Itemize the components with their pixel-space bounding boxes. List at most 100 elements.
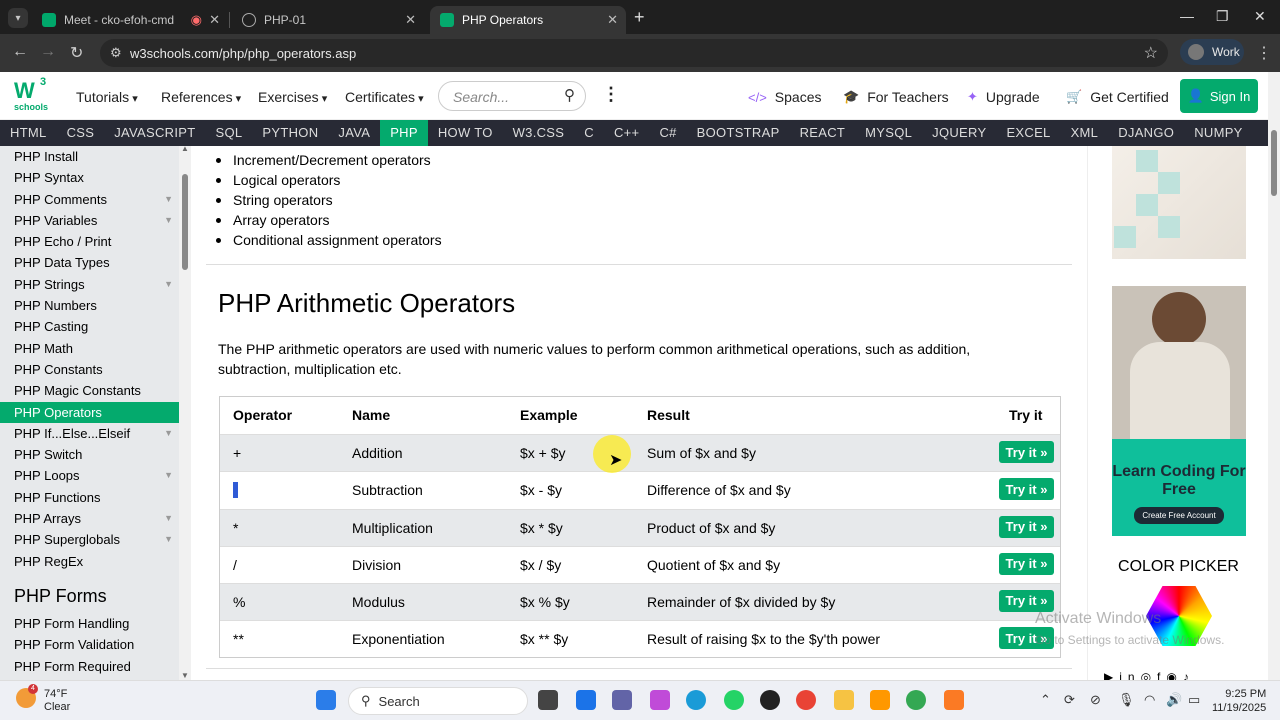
chevron-down-icon[interactable]: ▼: [164, 508, 173, 529]
topnav-sql[interactable]: SQL: [206, 120, 253, 146]
chevron-down-icon[interactable]: ▼: [164, 529, 173, 550]
topnav-django[interactable]: DJANGO: [1108, 120, 1184, 146]
profile-button[interactable]: Work: [1180, 39, 1244, 65]
try-it-button[interactable]: Try it »: [999, 441, 1054, 464]
forward-arrow-icon[interactable]: →: [40, 43, 56, 61]
more-options-icon[interactable]: ⋮: [602, 84, 620, 105]
topnav-html[interactable]: HTML: [0, 120, 57, 146]
tab-list-button[interactable]: ▾: [8, 8, 28, 28]
sidebar-item-active[interactable]: PHP Operators: [0, 401, 179, 423]
scroll-down-icon[interactable]: ▼: [181, 671, 189, 680]
sidebar-item[interactable]: PHP Numbers: [0, 295, 179, 316]
w3schools-logo[interactable]: W 3 schools: [14, 76, 50, 114]
sidebar-item[interactable]: PHP Magic Constants: [0, 380, 179, 401]
topnav-cpp[interactable]: C++: [604, 120, 649, 146]
sidebar-item[interactable]: PHP If...Else...Elseif ▼: [0, 423, 179, 444]
ad-image-laptop[interactable]: [1112, 146, 1246, 259]
topnav-mysql[interactable]: MYSQL: [855, 120, 922, 146]
topnav-w3css[interactable]: W3.CSS: [503, 120, 575, 146]
search-icon[interactable]: ⚲: [564, 86, 575, 104]
sidebar-item[interactable]: PHP Functions: [0, 487, 179, 508]
restore-icon[interactable]: ❐: [1216, 8, 1229, 25]
chevron-down-icon[interactable]: ▼: [164, 189, 173, 210]
taskbar-clock[interactable]: 9:25 PM 11/19/2025: [1212, 687, 1266, 715]
teams-icon[interactable]: [612, 690, 632, 710]
sidebar-scrollbar[interactable]: ▲ ▼: [179, 144, 191, 680]
chevron-down-icon[interactable]: ▼: [164, 465, 173, 486]
task-view-icon[interactable]: [538, 690, 558, 710]
try-it-button[interactable]: Try it »: [999, 478, 1054, 501]
chrome-active-icon[interactable]: [906, 690, 926, 710]
page-scrollbar[interactable]: [1268, 72, 1280, 680]
sidebar-item[interactable]: PHP Loops ▼: [0, 465, 179, 486]
topnav-react[interactable]: REACT: [790, 120, 856, 146]
for-teachers-link[interactable]: 🎓 For Teachers: [843, 89, 949, 105]
xampp-icon[interactable]: [944, 690, 964, 710]
page-scrollbar-thumb[interactable]: [1271, 130, 1277, 196]
sidebar-item[interactable]: PHP Casting: [0, 316, 179, 337]
sidebar-item[interactable]: PHP Syntax: [0, 167, 179, 188]
back-arrow-icon[interactable]: ←: [12, 43, 28, 61]
try-it-button[interactable]: Try it »: [999, 552, 1054, 575]
menu-exercises[interactable]: Exercises: [258, 89, 327, 105]
sidebar-item[interactable]: PHP Form Validation: [0, 634, 179, 655]
topnav-howto[interactable]: HOW TO: [428, 120, 503, 146]
sidebar-item[interactable]: PHP Data Types: [0, 252, 179, 273]
network-off-icon[interactable]: ⊘: [1090, 692, 1101, 708]
browser-tab-php01[interactable]: PHP-01 ✕: [232, 6, 424, 34]
menu-references[interactable]: References: [161, 89, 241, 105]
topnav-php[interactable]: PHP: [380, 120, 428, 146]
file-explorer-icon[interactable]: [834, 690, 854, 710]
sidebar-item[interactable]: PHP Install: [0, 146, 179, 167]
store-icon[interactable]: [576, 690, 596, 710]
microphone-icon[interactable]: 🎙: [1118, 692, 1135, 708]
sidebar-item[interactable]: PHP Superglobals ▼: [0, 529, 179, 550]
sidebar-scrollbar-thumb[interactable]: [182, 174, 188, 270]
topnav-java[interactable]: JAVA: [328, 120, 380, 146]
minimize-icon[interactable]: —: [1180, 8, 1194, 24]
chrome-menu-icon[interactable]: ⋮: [1256, 43, 1272, 63]
sublime-icon[interactable]: [870, 690, 890, 710]
browser-tab-php-operators[interactable]: PHP Operators ✕: [430, 6, 626, 34]
sidebar-item[interactable]: PHP Arrays ▼: [0, 508, 179, 529]
copilot-icon[interactable]: [650, 690, 670, 710]
get-certified-link[interactable]: 🛒 Get Certified: [1066, 89, 1169, 105]
search-input[interactable]: Search... ⚲: [438, 81, 586, 111]
sidebar-item[interactable]: PHP Variables ▼: [0, 210, 179, 231]
scroll-up-icon[interactable]: ▲: [181, 144, 189, 153]
topnav-jquery[interactable]: JQUERY: [922, 120, 996, 146]
close-tab-icon[interactable]: ✕: [209, 12, 220, 28]
reload-icon[interactable]: ↻: [70, 43, 83, 63]
github-icon[interactable]: [760, 690, 780, 710]
taskbar-search[interactable]: ⚲ Search: [348, 687, 528, 715]
menu-tutorials[interactable]: Tutorials: [76, 89, 138, 105]
chevron-down-icon[interactable]: ▼: [164, 210, 173, 231]
upgrade-link[interactable]: ✦ Upgrade: [967, 89, 1040, 105]
battery-icon[interactable]: ▭: [1188, 692, 1200, 708]
menu-certificates[interactable]: Certificates: [345, 89, 424, 105]
topnav-python[interactable]: PYTHON: [252, 120, 328, 146]
close-tab-icon[interactable]: ✕: [607, 12, 618, 28]
spaces-link[interactable]: </> Spaces: [748, 89, 822, 105]
sign-in-button[interactable]: 👤 Sign In: [1180, 79, 1258, 113]
topnav-csharp[interactable]: C#: [649, 120, 686, 146]
chevron-down-icon[interactable]: ▼: [164, 423, 173, 444]
url-input[interactable]: ⚙ w3schools.com/php/php_operators.asp ☆: [100, 39, 1168, 67]
ad-learn-coding[interactable]: Learn Coding For Free Create Free Accoun…: [1112, 286, 1246, 536]
sidebar-item[interactable]: PHP Echo / Print: [0, 231, 179, 252]
whatsapp-icon[interactable]: [724, 690, 744, 710]
try-it-button[interactable]: Try it »: [999, 589, 1054, 612]
close-window-icon[interactable]: ✕: [1254, 8, 1266, 25]
new-tab-button[interactable]: +: [634, 7, 645, 28]
sidebar-item[interactable]: PHP Strings ▼: [0, 274, 179, 295]
tray-chevron-icon[interactable]: ⌃: [1040, 692, 1051, 708]
sidebar-item[interactable]: PHP Comments ▼: [0, 189, 179, 210]
edge-icon[interactable]: [686, 690, 706, 710]
sidebar-item[interactable]: PHP Switch: [0, 444, 179, 465]
chrome-icon[interactable]: [796, 690, 816, 710]
topnav-numpy[interactable]: NUMPY: [1184, 120, 1252, 146]
close-tab-icon[interactable]: ✕: [405, 12, 416, 28]
topnav-javascript[interactable]: JAVASCRIPT: [104, 120, 205, 146]
topnav-excel[interactable]: EXCEL: [996, 120, 1060, 146]
site-info-icon[interactable]: ⚙: [110, 45, 122, 61]
